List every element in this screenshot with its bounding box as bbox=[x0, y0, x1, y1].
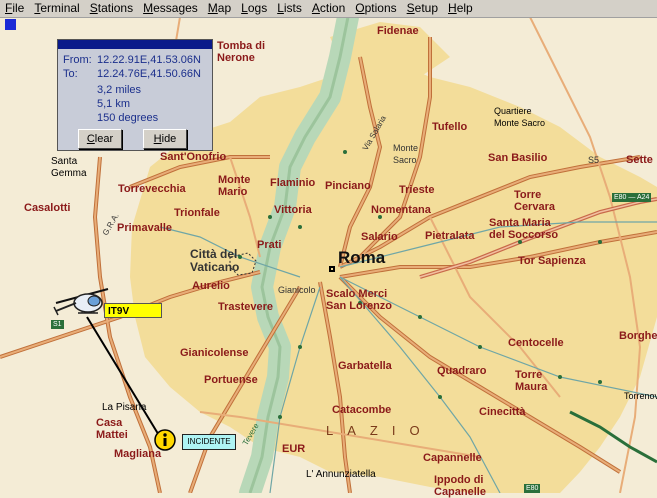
label-borghese: Borghes bbox=[619, 330, 657, 342]
label-aurelio: Aurelio bbox=[192, 280, 230, 292]
helicopter-icon[interactable] bbox=[50, 285, 112, 325]
label-quadraro: Quadraro bbox=[437, 365, 487, 377]
label-s5: S5 bbox=[588, 155, 600, 165]
label-portuense: Portuense bbox=[204, 374, 258, 386]
label-torrevecchia: Torrevecchia bbox=[118, 183, 186, 195]
panel-titlebar[interactable] bbox=[58, 40, 212, 49]
label-gianicolense: Gianicolense bbox=[180, 347, 249, 359]
label-trieste: Trieste bbox=[399, 184, 435, 196]
label-centocelle: Centocelle bbox=[508, 337, 564, 349]
menu-bar: File Terminal Stations Messages Map Logs… bbox=[0, 0, 657, 18]
hide-button[interactable]: Hide bbox=[143, 129, 187, 149]
label-eur: EUR bbox=[282, 443, 306, 455]
menu-setup[interactable]: Setup bbox=[402, 0, 443, 17]
label-torre-cervara: Torre Cervara bbox=[514, 189, 555, 213]
label-e80-a24: E80 — A24 bbox=[612, 193, 652, 202]
label-prati: Prati bbox=[257, 239, 282, 251]
label-monte-sacro: Monte Sacro bbox=[393, 143, 419, 165]
menu-map[interactable]: Map bbox=[203, 0, 236, 17]
label-santa-gemma: Santa Gemma bbox=[51, 156, 87, 179]
label-tor-sapienza: Tor Sapienza bbox=[518, 255, 586, 267]
label-garbatella: Garbatella bbox=[338, 360, 392, 372]
label-flaminio: Flaminio bbox=[270, 177, 316, 189]
menu-messages[interactable]: Messages bbox=[138, 0, 203, 17]
label-quartiere-monte-sacro: Quartiere Monte Sacro bbox=[494, 106, 546, 128]
menu-lists[interactable]: Lists bbox=[272, 0, 307, 17]
label-torrenova: Torrenova bbox=[624, 391, 657, 401]
label-primavalle: Primavalle bbox=[117, 222, 173, 234]
distance-miles: 3,2 miles bbox=[97, 84, 142, 96]
menu-action[interactable]: Action bbox=[307, 0, 350, 17]
from-value: 12.22.91E,41.53.06N bbox=[97, 54, 201, 66]
menu-stations[interactable]: Stations bbox=[85, 0, 138, 17]
clear-button[interactable]: Clear bbox=[78, 129, 122, 149]
label-lazio: LAZIO bbox=[326, 423, 434, 438]
label-pietralata: Pietralata bbox=[425, 230, 475, 242]
label-sant-onofrio: Sant'Onofrio bbox=[160, 151, 227, 163]
menu-terminal[interactable]: Terminal bbox=[29, 0, 84, 17]
menu-help[interactable]: Help bbox=[443, 0, 478, 17]
label-casalotti: Casalotti bbox=[24, 202, 71, 214]
label-pinciano: Pinciano bbox=[325, 180, 371, 192]
info-icon[interactable] bbox=[154, 429, 176, 451]
label-tomba-di-nerone: Tomba di Nerone bbox=[217, 40, 266, 64]
label-santa-maria-del-soccorso: Santa Maria del Soccorso bbox=[489, 217, 559, 241]
to-value: 12.24.76E,41.50.66N bbox=[97, 68, 201, 80]
label-e80: E80 bbox=[524, 484, 541, 493]
label-trastevere: Trastevere bbox=[218, 301, 274, 313]
menu-file[interactable]: File bbox=[0, 0, 29, 17]
label-roma: Roma bbox=[338, 248, 386, 267]
to-label: To: bbox=[63, 68, 78, 80]
bearing-degrees: 150 degrees bbox=[97, 112, 159, 124]
incident-label[interactable]: INCIDENTE bbox=[182, 434, 236, 450]
distance-km: 5,1 km bbox=[97, 98, 131, 110]
label-fidenae: Fidenae bbox=[377, 25, 419, 37]
label-citta-del-vaticano: Città del Vaticano bbox=[190, 247, 240, 274]
label-catacombe: Catacombe bbox=[332, 404, 392, 416]
label-salario: Salario bbox=[361, 231, 398, 243]
label-capannelle: Capannelle bbox=[423, 452, 482, 464]
menu-logs[interactable]: Logs bbox=[236, 0, 272, 17]
label-la-pisana: La Pisana bbox=[102, 402, 147, 413]
distance-measure-panel: From: 12.22.91E,41.53.06N To: 12.24.76E,… bbox=[57, 39, 213, 151]
label-nomentana: Nomentana bbox=[371, 204, 431, 216]
map-corner-marker[interactable] bbox=[5, 19, 16, 30]
label-tufello: Tufello bbox=[432, 121, 468, 133]
label-ippodromo: Ippodo di Capanelle bbox=[434, 474, 486, 498]
label-casa-mattei: Casa Mattei bbox=[96, 417, 128, 441]
label-settecamini: Sette bbox=[626, 154, 653, 166]
label-monte-mario: Monte Mario bbox=[218, 174, 251, 198]
label-annunziatella: L' Annunziatella bbox=[306, 469, 376, 480]
label-cinecitta: Cinecittà bbox=[479, 406, 526, 418]
from-label: From: bbox=[63, 54, 92, 66]
label-vittoria: Vittoria bbox=[274, 204, 312, 216]
menu-options[interactable]: Options bbox=[350, 0, 401, 17]
label-scalo-merci: Scalo Merci San Lorenzo bbox=[326, 288, 393, 312]
station-callsign-label[interactable]: IT9V bbox=[104, 303, 162, 318]
label-trionfale: Trionfale bbox=[174, 207, 220, 219]
label-gianicolo: Gianicolo bbox=[278, 285, 316, 295]
label-torre-maura: Torre Maura bbox=[515, 369, 548, 393]
label-san-basilio: San Basilio bbox=[488, 152, 548, 164]
